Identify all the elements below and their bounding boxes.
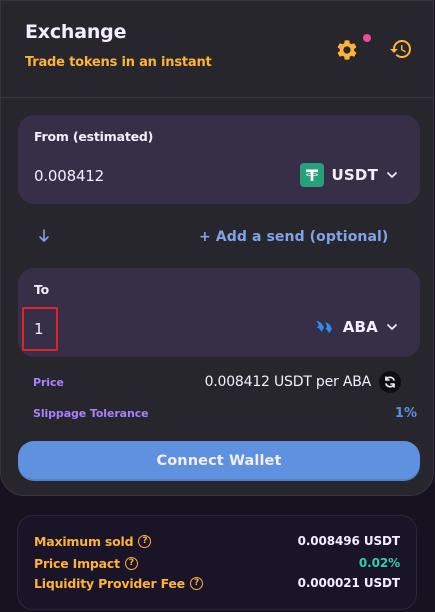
maximum-sold-value: 0.008496 USDT [297,534,401,548]
notification-dot [363,34,371,42]
help-icon[interactable]: ? [138,534,152,548]
slippage-value[interactable]: 1% [395,406,417,421]
price-impact-value: 0.02% [358,556,400,570]
arrow-down-icon[interactable] [37,227,51,245]
to-label: To [34,282,50,297]
lp-fee-label: Liquidity Provider Fee [34,575,185,591]
trade-summary: Maximum sold ? 0.008496 USDT Price Impac… [17,515,417,610]
from-panel: From (estimated) 0.008412 USDT [18,115,420,204]
refresh-icon [385,376,395,388]
slippage-label: Slippage Tolerance [33,406,149,420]
lp-fee-value: 0.000021 USDT [297,576,401,590]
from-amount-input[interactable]: 0.008412 [34,167,104,185]
maximum-sold-label: Maximum sold [34,533,134,549]
help-icon[interactable]: ? [124,556,138,570]
gear-icon[interactable] [335,38,359,62]
connect-wallet-button[interactable]: Connect Wallet [18,441,420,481]
maximum-sold-label-group: Maximum sold ? [34,533,152,549]
price-value: 0.008412 USDT per ABA [204,374,372,390]
price-impact-label: Price Impact [34,555,120,571]
tether-icon [299,163,324,187]
price-impact-row: Price Impact ? 0.02% [34,554,400,572]
history-icon[interactable] [389,37,413,61]
lp-fee-label-group: Liquidity Provider Fee ? [34,576,203,591]
chevron-down-icon [387,172,397,178]
from-label: From (estimated) [34,129,154,144]
aba-icon [315,321,332,334]
add-send-link[interactable]: + Add a send (optional) [199,229,388,245]
exchange-card: Exchange Trade tokens in an instant From… [0,0,434,496]
maximum-sold-row: Maximum sold ? 0.008496 USDT [34,532,400,550]
help-icon[interactable]: ? [189,576,203,590]
from-token-name: USDT [331,166,378,184]
to-token-select[interactable]: ABA [313,316,398,338]
lp-fee-row: Liquidity Provider Fee ? 0.000021 USDT [34,574,400,592]
from-token-select[interactable]: USDT [299,163,398,187]
to-amount-input[interactable]: 1 [34,320,44,338]
chevron-down-icon [387,324,397,330]
price-value-group: 0.008412 USDT per ABA [205,371,401,393]
slippage-row: Slippage Tolerance 1% [33,403,417,423]
swap-price-icon[interactable] [379,371,401,393]
to-token-name: ABA [342,318,378,336]
exchange-header: Exchange Trade tokens in an instant [1,1,433,98]
price-row: Price 0.008412 USDT per ABA [33,370,401,394]
price-label: Price [33,375,64,389]
to-panel: To 1 ABA [18,268,420,357]
price-impact-label-group: Price Impact ? [34,556,138,571]
